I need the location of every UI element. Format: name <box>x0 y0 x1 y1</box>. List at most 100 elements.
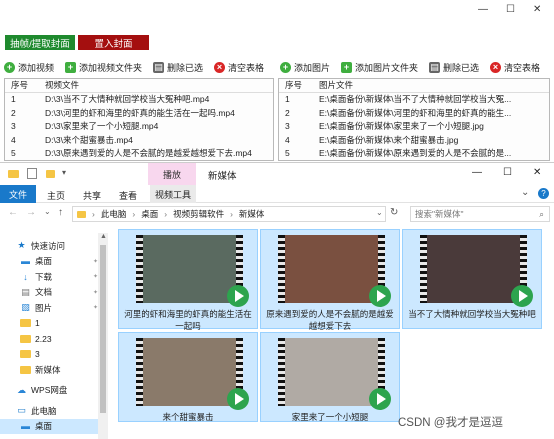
quick-access-dropdown-icon[interactable]: ▾ <box>62 168 66 177</box>
new-folder-icon[interactable] <box>46 170 55 178</box>
nav-item[interactable]: 3 <box>0 347 98 363</box>
properties-icon[interactable] <box>27 168 37 179</box>
file-grid: 河里的虾和海里的虾真的能生活在一起吗 原来遇到爱的人是不会腻的是越爱越想爱下去 当不… <box>118 229 554 439</box>
context-tab-play[interactable]: 播放 <box>148 163 196 185</box>
nav-scrollbar[interactable]: ▲ <box>98 233 108 439</box>
extract-cover-button[interactable]: 抽帧/提取封面 <box>5 35 75 50</box>
scroll-up-icon[interactable]: ▲ <box>100 233 107 240</box>
table-row[interactable]: 4 E:\桌面备份\新媒体\来个甜蜜暴击.jpg <box>279 133 549 147</box>
navigation-pane: ★ 快速访问 ▬ 桌面 ✦ ↓ 下载 ✦ ▤ 文档 ✦ ▧ 图片 ✦ 1 2.23 3 新媒体 ☁ WPS网盘 ▭ 此电脑… <box>0 233 110 439</box>
up-icon[interactable]: ↑ <box>58 207 63 218</box>
breadcrumb-item[interactable]: 此电脑 <box>101 208 127 220</box>
nav-item-label: 1 <box>35 318 40 329</box>
play-icon <box>369 285 391 307</box>
document-icon: ▤ <box>21 286 30 297</box>
nav-item[interactable]: 2.23 <box>0 331 98 347</box>
image-table[interactable]: 序号 图片文件 1 E:\桌面备份\新媒体\当不了大情种就回学校当大冤... 2 E:… <box>278 78 550 161</box>
delete-selected-image-button[interactable]: ▤ 删除已选 <box>429 60 479 74</box>
delete-icon: ▤ <box>429 61 441 73</box>
nav-item[interactable]: ▬ 桌面 <box>0 418 98 434</box>
clear-image-table-button[interactable]: × 清空表格 <box>490 60 540 74</box>
image-toolbar: + 添加图片 + 添加图片文件夹 ▤ 删除已选 × 清空表格 <box>280 60 540 74</box>
folder-icon <box>20 319 31 328</box>
file-name: 家里来了一个小短腿 <box>291 412 369 422</box>
address-dropdown-icon[interactable]: ⌄ <box>376 208 383 217</box>
file-tile[interactable]: 河里的虾和海里的虾真的能生活在一起吗 <box>118 229 258 331</box>
tab-file[interactable]: 文件 <box>0 185 36 203</box>
nav-item[interactable]: ▧ 图片 ✦ <box>0 300 98 316</box>
back-icon[interactable]: ← <box>8 207 18 218</box>
file-tile[interactable]: 原来遇到爱的人是不会腻的是越爱越想爱下去 <box>260 229 400 331</box>
explorer-window: ▾ 播放 新媒体 — ☐ ✕ 文件 主页 共享 查看 视频工具 ⌄ ? ← → … <box>0 162 554 439</box>
breadcrumb-item[interactable]: 新媒体 <box>239 208 265 220</box>
table-row[interactable]: 5 E:\桌面备份\新媒体\原来遇到爱的人是不会腻的是... <box>279 147 549 161</box>
download-icon: ↓ <box>23 271 28 282</box>
breadcrumb-item[interactable]: 视频剪辑软件 <box>173 208 224 220</box>
search-input[interactable]: 搜索"新媒体" ⌕ <box>410 206 550 222</box>
nav-item-label: 桌面 <box>35 421 53 432</box>
tab-share[interactable]: 共享 <box>83 189 101 202</box>
add-image-folder-button[interactable]: + 添加图片文件夹 <box>341 60 418 74</box>
clear-icon: × <box>490 61 502 73</box>
table-row[interactable]: 4 D:\3\来个甜蜜暴击.mp4 <box>5 133 273 147</box>
table-row[interactable]: 3 D:\3\家里来了一个小短腿.mp4 <box>5 120 273 134</box>
search-placeholder: 搜索"新媒体" <box>415 209 464 219</box>
play-icon <box>511 285 533 307</box>
play-icon <box>227 285 249 307</box>
delete-selected-video-button[interactable]: ▤ 删除已选 <box>153 60 203 74</box>
video-table[interactable]: 序号 视频文件 1 D:\3\当不了大情种就回学校当大冤种吧.mp4 2 D:\3\河… <box>4 78 274 161</box>
explorer-minimize-button[interactable]: — <box>472 167 482 178</box>
add-video-button[interactable]: + 添加视频 <box>4 60 54 74</box>
nav-item[interactable]: 1 <box>0 316 98 332</box>
table-row[interactable]: 2 E:\桌面备份\新媒体\河里的虾和海里的虾真的能生... <box>279 106 549 120</box>
table-row[interactable]: 1 D:\3\当不了大情种就回学校当大冤种吧.mp4 <box>5 93 273 107</box>
table-row[interactable]: 5 D:\3\原来遇到爱的人是不会腻的是越爱越想爱下去.mp4 <box>5 147 273 161</box>
breadcrumb[interactable]: › 此电脑 › 桌面 › 视频剪辑软件 › 新媒体 <box>72 206 386 222</box>
table-row[interactable]: 3 E:\桌面备份\新媒体\家里来了一个小短腿.jpg <box>279 120 549 134</box>
file-tile[interactable]: 来个甜蜜暴击 <box>118 332 258 422</box>
address-row: ← → ⌄ ↑ › 此电脑 › 桌面 › 视频剪辑软件 › 新媒体 ⌄ ↻ 搜索… <box>0 204 554 224</box>
maximize-button[interactable]: ☐ <box>506 4 515 18</box>
file-tile[interactable]: 家里来了一个小短腿 <box>260 332 400 422</box>
recent-locations-icon[interactable]: ⌄ <box>44 207 51 216</box>
import-cover-button[interactable]: 置入封面 <box>78 35 149 50</box>
nav-item[interactable]: ▬ 桌面 ✦ <box>0 254 98 270</box>
add-image-button[interactable]: + 添加图片 <box>280 60 330 74</box>
explorer-close-button[interactable]: ✕ <box>533 167 541 178</box>
tab-video-tools[interactable]: 视频工具 <box>150 185 196 203</box>
nav-item[interactable]: ▭ 此电脑 <box>0 403 98 419</box>
video-thumbnail <box>278 338 391 410</box>
breadcrumb-separator: › <box>164 209 168 219</box>
scrollbar-thumb[interactable] <box>100 245 106 413</box>
nav-item-label: 下载 <box>35 271 53 282</box>
nav-item[interactable]: ▤ 文档 ✦ <box>0 285 98 301</box>
video-thumbnail <box>136 338 249 410</box>
nav-item-label: 新媒体 <box>35 364 61 375</box>
folder-add-icon: + <box>341 61 353 73</box>
tool-window-controls: — ☐ ✕ <box>478 4 550 18</box>
folder-icon <box>20 350 31 359</box>
refresh-icon[interactable]: ↻ <box>390 207 398 218</box>
breadcrumb-separator: › <box>132 209 136 219</box>
tab-view[interactable]: 查看 <box>119 189 137 202</box>
table-row[interactable]: 1 E:\桌面备份\新媒体\当不了大情种就回学校当大冤... <box>279 93 549 107</box>
nav-item[interactable]: 新媒体 <box>0 362 98 378</box>
tab-home[interactable]: 主页 <box>47 189 65 202</box>
help-icon[interactable]: ? <box>538 188 549 199</box>
add-video-folder-button[interactable]: + 添加视频文件夹 <box>65 60 142 74</box>
clear-video-table-button[interactable]: × 清空表格 <box>214 60 264 74</box>
chevron-down-icon[interactable]: ⌄ <box>521 187 529 198</box>
forward-icon[interactable]: → <box>26 207 36 218</box>
table-header: 序号 视频文件 <box>5 79 273 93</box>
nav-item[interactable]: ☁ WPS网盘 <box>0 383 98 399</box>
nav-item[interactable]: ★ 快速访问 <box>0 238 98 254</box>
explorer-maximize-button[interactable]: ☐ <box>503 167 512 178</box>
video-toolbar: + 添加视频 + 添加视频文件夹 ▤ 删除已选 × 清空表格 <box>4 60 264 74</box>
table-row[interactable]: 2 D:\3\河里的虾和海里的虾真的能生活在一起吗.mp4 <box>5 106 273 120</box>
minimize-button[interactable]: — <box>478 4 488 18</box>
file-tile[interactable]: 当不了大情种就回学校当大冤种吧 <box>402 229 542 329</box>
breadcrumb-item[interactable]: 桌面 <box>141 208 158 220</box>
folder-add-icon: + <box>65 61 77 73</box>
close-button[interactable]: ✕ <box>533 4 541 18</box>
nav-item[interactable]: ↓ 下载 ✦ <box>0 269 98 285</box>
